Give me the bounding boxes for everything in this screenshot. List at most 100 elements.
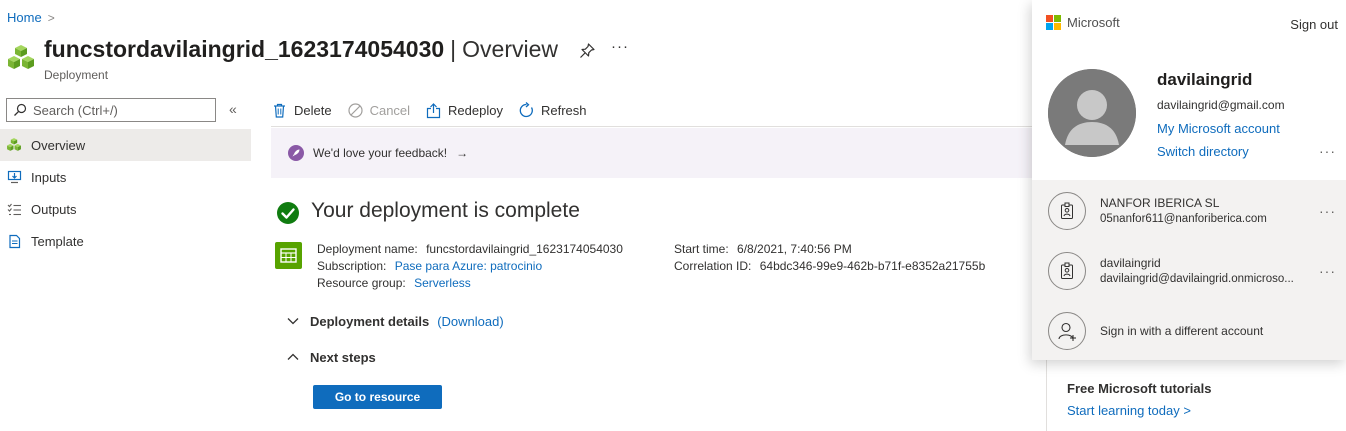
account-item-text: davilaingrid davilaingrid@davilaingrid.o…: [1100, 255, 1294, 287]
sidebar-item-label: Template: [31, 233, 84, 249]
sidebar-item-label: Outputs: [31, 201, 77, 217]
account-more-button[interactable]: ···: [1319, 143, 1336, 159]
sign-in-different-account-button[interactable]: Sign in with a different account: [1032, 302, 1346, 360]
cancel-icon: [347, 102, 363, 118]
deployment-cubes-icon: [6, 137, 22, 153]
sign-in-different-account-label: Sign in with a different account: [1100, 324, 1264, 338]
cancel-button[interactable]: Cancel: [347, 102, 410, 119]
search-icon: [14, 103, 27, 116]
success-check-icon: [277, 202, 299, 224]
sidebar-item-template[interactable]: Template: [0, 225, 251, 257]
tutorials-title: Free Microsoft tutorials: [1067, 381, 1212, 396]
account-item-more-button[interactable]: ···: [1319, 263, 1336, 279]
trash-icon: [274, 103, 285, 118]
delete-label: Delete: [294, 102, 332, 118]
sidebar-item-label: Inputs: [31, 169, 67, 185]
deployment-name-value: funcstordavilaingrid_1623174054030: [426, 242, 623, 256]
chevron-up-icon: [286, 352, 300, 364]
page-subtitle: Deployment: [44, 68, 109, 82]
microsoft-logo: Microsoft: [1046, 15, 1120, 30]
subscription-row: Subscription: Pase para Azure: patrocini…: [317, 258, 623, 275]
sidebar-item-overview[interactable]: Overview: [0, 129, 251, 161]
account-item-email: davilaingrid@davilaingrid.onmicroso...: [1100, 273, 1294, 285]
breadcrumb-home-link[interactable]: Home: [7, 10, 42, 25]
page-title: funcstordavilaingrid_1623174054030 | Ove…: [44, 36, 558, 63]
add-person-icon: [1048, 312, 1086, 350]
download-link[interactable]: (Download): [437, 314, 503, 329]
account-item-name: davilaingrid: [1100, 256, 1161, 270]
breadcrumb-chevron-icon: >: [47, 10, 55, 25]
deployment-status-title: Your deployment is complete: [311, 199, 580, 222]
my-microsoft-account-link[interactable]: My Microsoft account: [1157, 121, 1280, 136]
pin-icon[interactable]: [578, 42, 596, 60]
deployment-name-label: Deployment name:: [317, 242, 418, 256]
account-item-davilaingrid[interactable]: davilaingrid davilaingrid@davilaingrid.o…: [1032, 242, 1346, 300]
account-popup-header: Microsoft Sign out davilaingrid davilain…: [1032, 0, 1346, 180]
deployment-name-row: Deployment name: funcstordavilaingrid_16…: [317, 241, 623, 258]
chevron-down-icon: [286, 316, 300, 328]
sign-out-button[interactable]: Sign out: [1290, 17, 1338, 32]
collapse-sidebar-button[interactable]: «: [229, 101, 237, 117]
start-time-value: 6/8/2021, 7:40:56 PM: [737, 242, 852, 256]
sidebar-nav: Overview Inputs Outputs Template: [0, 129, 251, 257]
account-item-name: NANFOR IBERICA SL: [1100, 196, 1220, 210]
sidebar-item-inputs[interactable]: Inputs: [0, 161, 251, 193]
command-toolbar: Delete Cancel Redeploy Refresh: [271, 96, 587, 124]
sidebar-item-outputs[interactable]: Outputs: [0, 193, 251, 225]
correlation-id-row: Correlation ID: 64bdc346-99e9-462b-b71f-…: [674, 258, 985, 275]
other-accounts-list: NANFOR IBERICA SL 05nanfor611@nanforiber…: [1032, 180, 1346, 360]
page-title-section: Overview: [462, 36, 559, 62]
next-steps-label: Next steps: [310, 350, 376, 365]
more-options-button[interactable]: ···: [611, 38, 629, 55]
account-popup: Microsoft Sign out davilaingrid davilain…: [1032, 0, 1346, 360]
page-title-separator: |: [450, 36, 457, 62]
upload-icon: [426, 102, 441, 118]
refresh-button[interactable]: Refresh: [518, 101, 587, 119]
outputs-icon: [6, 201, 22, 217]
next-steps-toggle[interactable]: Next steps: [286, 350, 376, 365]
sidebar-search-input[interactable]: [33, 102, 203, 118]
refresh-label: Refresh: [540, 102, 587, 118]
sidebar-item-label: Overview: [31, 137, 86, 153]
correlation-id-label: Correlation ID:: [674, 259, 752, 273]
deployment-details-toggle[interactable]: Deployment details (Download): [286, 314, 504, 329]
microsoft-logo-icon: [1046, 15, 1061, 30]
inputs-icon: [6, 169, 22, 185]
cancel-label: Cancel: [369, 102, 411, 118]
feedback-banner[interactable]: We'd love your feedback! →: [271, 128, 1046, 178]
start-time-label: Start time:: [674, 242, 729, 256]
refresh-icon: [519, 101, 533, 117]
arrow-right-icon: →: [456, 146, 469, 160]
microsoft-brand-text: Microsoft: [1067, 15, 1120, 30]
org-badge-icon: [1048, 192, 1086, 230]
go-to-resource-button[interactable]: Go to resource: [313, 385, 442, 409]
rocket-icon: [288, 145, 304, 161]
resource-group-link[interactable]: Serverless: [414, 276, 471, 290]
deployment-resource-icon: [275, 242, 302, 269]
delete-button[interactable]: Delete: [271, 102, 332, 119]
resource-group-row: Resource group: Serverless: [317, 275, 623, 292]
start-learning-link[interactable]: Start learning today >: [1067, 403, 1191, 418]
page-title-resource: funcstordavilaingrid_1623174054030: [44, 36, 445, 62]
account-item-nanfor[interactable]: NANFOR IBERICA SL 05nanfor611@nanforiber…: [1032, 182, 1346, 240]
sidebar-search: [6, 98, 216, 122]
subscription-label: Subscription:: [317, 259, 387, 273]
template-icon: [6, 233, 22, 249]
correlation-id-value: 64bdc346-99e9-462b-b71f-e8352a21755b: [759, 259, 986, 273]
redeploy-label: Redeploy: [448, 102, 503, 118]
deployment-cubes-icon: [8, 45, 34, 69]
org-badge-icon: [1048, 252, 1086, 290]
user-silhouette-icon: [1048, 69, 1136, 157]
redeploy-button[interactable]: Redeploy: [425, 102, 503, 119]
subscription-link[interactable]: Pase para Azure: patrocinio: [395, 259, 542, 273]
feedback-text: We'd love your feedback!: [313, 146, 448, 160]
right-pane-divider: [1046, 355, 1047, 431]
resource-group-label: Resource group:: [317, 276, 406, 290]
deployment-info-right: Start time: 6/8/2021, 7:40:56 PM Correla…: [674, 241, 985, 275]
account-item-email: 05nanfor611@nanforiberica.com: [1100, 213, 1267, 225]
switch-directory-link[interactable]: Switch directory: [1157, 144, 1249, 159]
breadcrumb: Home >: [7, 10, 55, 25]
deployment-details-label: Deployment details: [310, 314, 430, 329]
user-email: davilaingrid@gmail.com: [1157, 98, 1285, 112]
account-item-more-button[interactable]: ···: [1319, 203, 1336, 219]
